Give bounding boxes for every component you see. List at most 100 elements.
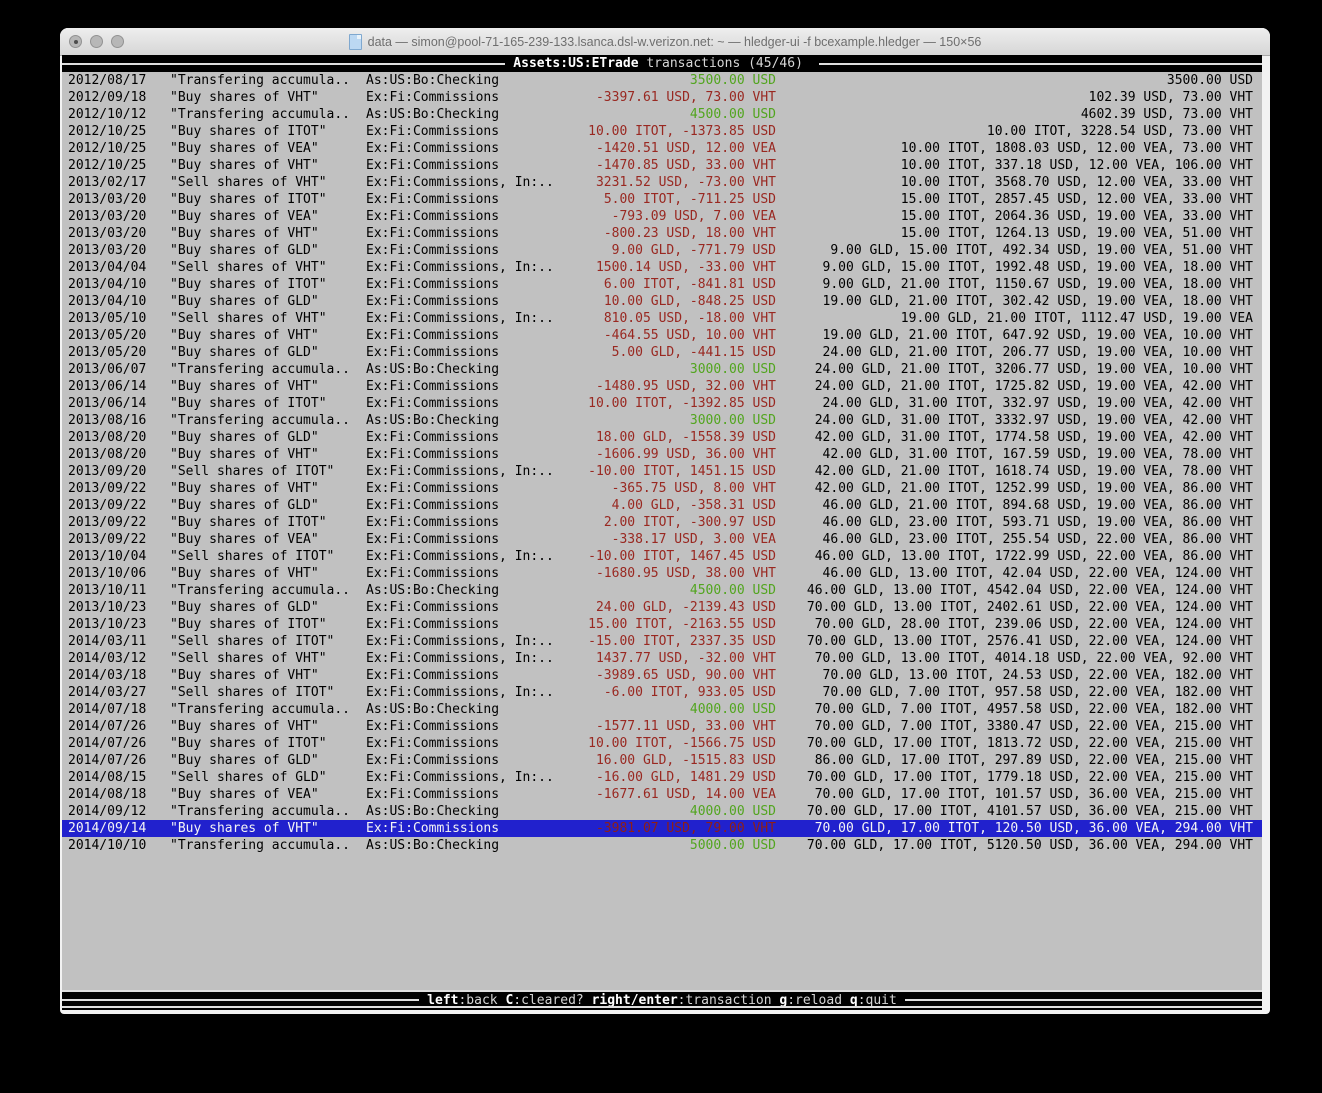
txn-change-amount: -3981.07 USD, 79.00 VHT xyxy=(558,820,776,837)
txn-description: "Buy shares of VHT" xyxy=(170,446,366,463)
screen-footer-bar: left:back C:cleared? right/enter:transac… xyxy=(62,990,1262,1010)
txn-running-balance: 70.00 GLD, 28.00 ITOT, 239.06 USD, 22.00… xyxy=(776,616,1262,633)
txn-other-accounts: Ex:Fi:Commissions xyxy=(366,599,558,616)
transaction-row[interactable]: 2014/09/14 "Buy shares of VHT" Ex:Fi:Com… xyxy=(62,820,1262,837)
transaction-row[interactable]: 2013/03/20 "Buy shares of VHT" Ex:Fi:Com… xyxy=(62,225,1262,242)
transaction-row[interactable]: 2012/08/17 "Transfering accumula.. As:US… xyxy=(62,72,1262,89)
txn-running-balance: 46.00 GLD, 13.00 ITOT, 42.04 USD, 22.00 … xyxy=(776,565,1262,582)
terminal-empty-area xyxy=(62,854,1262,990)
txn-date: 2013/05/20 xyxy=(62,327,170,344)
txn-description: "Sell shares of VHT" xyxy=(170,259,366,276)
txn-other-accounts: Ex:Fi:Commissions xyxy=(366,191,558,208)
transaction-row[interactable]: 2014/03/11 "Sell shares of ITOT" Ex:Fi:C… xyxy=(62,633,1262,650)
txn-running-balance: 46.00 GLD, 13.00 ITOT, 4542.04 USD, 22.0… xyxy=(776,582,1262,599)
transaction-row[interactable]: 2013/10/06 "Buy shares of VHT" Ex:Fi:Com… xyxy=(62,565,1262,582)
transaction-row[interactable]: 2014/03/18 "Buy shares of VHT" Ex:Fi:Com… xyxy=(62,667,1262,684)
txn-other-accounts: Ex:Fi:Commissions xyxy=(366,140,558,157)
transaction-row[interactable]: 2013/09/22 "Buy shares of VEA" Ex:Fi:Com… xyxy=(62,531,1262,548)
txn-change-amount: 5.00 ITOT, -711.25 USD xyxy=(558,191,776,208)
txn-other-accounts: Ex:Fi:Commissions xyxy=(366,531,558,548)
transaction-row[interactable]: 2013/03/20 "Buy shares of ITOT" Ex:Fi:Co… xyxy=(62,191,1262,208)
transaction-row[interactable]: 2014/07/26 "Buy shares of ITOT" Ex:Fi:Co… xyxy=(62,735,1262,752)
txn-description: "Buy shares of VHT" xyxy=(170,480,366,497)
txn-change-amount: 1500.14 USD, -33.00 VHT xyxy=(558,259,776,276)
transaction-row[interactable]: 2014/09/12 "Transfering accumula.. As:US… xyxy=(62,803,1262,820)
transaction-row[interactable]: 2013/10/04 "Sell shares of ITOT" Ex:Fi:C… xyxy=(62,548,1262,565)
txn-description: "Transfering accumula.. xyxy=(170,361,366,378)
txn-description: "Sell shares of VHT" xyxy=(170,174,366,191)
transaction-row[interactable]: 2013/04/04 "Sell shares of VHT" Ex:Fi:Co… xyxy=(62,259,1262,276)
transaction-row[interactable]: 2013/08/16 "Transfering accumula.. As:US… xyxy=(62,412,1262,429)
transaction-row[interactable]: 2013/10/11 "Transfering accumula.. As:US… xyxy=(62,582,1262,599)
transaction-row[interactable]: 2014/03/27 "Sell shares of ITOT" Ex:Fi:C… xyxy=(62,684,1262,701)
minimize-button[interactable] xyxy=(90,35,103,48)
zoom-button[interactable] xyxy=(111,35,124,48)
txn-change-amount: 4500.00 USD xyxy=(558,582,776,599)
txn-date: 2012/09/18 xyxy=(62,89,170,106)
transaction-row[interactable]: 2014/08/15 "Sell shares of GLD" Ex:Fi:Co… xyxy=(62,769,1262,786)
txn-description: "Buy shares of VEA" xyxy=(170,531,366,548)
txn-description: "Buy shares of VHT" xyxy=(170,378,366,395)
txn-change-amount: -1470.85 USD, 33.00 VHT xyxy=(558,157,776,174)
txn-other-accounts: Ex:Fi:Commissions xyxy=(366,480,558,497)
header-rule-right xyxy=(819,63,1262,65)
txn-description: "Buy shares of VHT" xyxy=(170,225,366,242)
transaction-row[interactable]: 2012/10/25 "Buy shares of ITOT" Ex:Fi:Co… xyxy=(62,123,1262,140)
txn-running-balance: 15.00 ITOT, 1264.13 USD, 19.00 VEA, 51.0… xyxy=(776,225,1262,242)
txn-change-amount: -1420.51 USD, 12.00 VEA xyxy=(558,140,776,157)
transaction-row[interactable]: 2013/09/22 "Buy shares of VHT" Ex:Fi:Com… xyxy=(62,480,1262,497)
txn-change-amount: 10.00 ITOT, -1566.75 USD xyxy=(558,735,776,752)
txn-description: "Buy shares of GLD" xyxy=(170,293,366,310)
transaction-row[interactable]: 2013/05/10 "Sell shares of VHT" Ex:Fi:Co… xyxy=(62,310,1262,327)
transaction-row[interactable]: 2012/09/18 "Buy shares of VHT" Ex:Fi:Com… xyxy=(62,89,1262,106)
transaction-row[interactable]: 2013/10/23 "Buy shares of GLD" Ex:Fi:Com… xyxy=(62,599,1262,616)
transaction-row[interactable]: 2012/10/25 "Buy shares of VHT" Ex:Fi:Com… xyxy=(62,157,1262,174)
transactions-list: 2012/08/17 "Transfering accumula.. As:US… xyxy=(62,72,1262,854)
transaction-row[interactable]: 2013/05/20 "Buy shares of VHT" Ex:Fi:Com… xyxy=(62,327,1262,344)
transaction-row[interactable]: 2014/07/26 "Buy shares of GLD" Ex:Fi:Com… xyxy=(62,752,1262,769)
transaction-row[interactable]: 2012/10/25 "Buy shares of VEA" Ex:Fi:Com… xyxy=(62,140,1262,157)
transaction-row[interactable]: 2014/07/26 "Buy shares of VHT" Ex:Fi:Com… xyxy=(62,718,1262,735)
txn-change-amount: 10.00 ITOT, -1392.85 USD xyxy=(558,395,776,412)
txn-running-balance: 46.00 GLD, 23.00 ITOT, 255.54 USD, 22.00… xyxy=(776,531,1262,548)
window-titlebar[interactable]: data — simon@pool-71-165-239-133.lsanca.… xyxy=(60,28,1270,56)
txn-change-amount: -3397.61 USD, 73.00 VHT xyxy=(558,89,776,106)
txn-running-balance: 10.00 ITOT, 1808.03 USD, 12.00 VEA, 73.0… xyxy=(776,140,1262,157)
txn-date: 2014/08/15 xyxy=(62,769,170,786)
transaction-row[interactable]: 2014/03/12 "Sell shares of VHT" Ex:Fi:Co… xyxy=(62,650,1262,667)
transaction-row[interactable]: 2014/07/18 "Transfering accumula.. As:US… xyxy=(62,701,1262,718)
txn-running-balance: 46.00 GLD, 21.00 ITOT, 894.68 USD, 19.00… xyxy=(776,497,1262,514)
transaction-row[interactable]: 2013/04/10 "Buy shares of ITOT" Ex:Fi:Co… xyxy=(62,276,1262,293)
transaction-row[interactable]: 2013/05/20 "Buy shares of GLD" Ex:Fi:Com… xyxy=(62,344,1262,361)
transaction-row[interactable]: 2013/06/07 "Transfering accumula.. As:US… xyxy=(62,361,1262,378)
txn-change-amount: 18.00 GLD, -1558.39 USD xyxy=(558,429,776,446)
txn-running-balance: 70.00 GLD, 17.00 ITOT, 120.50 USD, 36.00… xyxy=(776,820,1262,837)
transaction-row[interactable]: 2013/06/14 "Buy shares of VHT" Ex:Fi:Com… xyxy=(62,378,1262,395)
txn-description: "Buy shares of ITOT" xyxy=(170,395,366,412)
transaction-row[interactable]: 2013/02/17 "Sell shares of VHT" Ex:Fi:Co… xyxy=(62,174,1262,191)
txn-other-accounts: Ex:Fi:Commissions, In:.. xyxy=(366,633,558,650)
transaction-row[interactable]: 2013/09/22 "Buy shares of GLD" Ex:Fi:Com… xyxy=(62,497,1262,514)
txn-other-accounts: Ex:Fi:Commissions, In:.. xyxy=(366,259,558,276)
transaction-row[interactable]: 2014/10/10 "Transfering accumula.. As:US… xyxy=(62,837,1262,854)
transaction-row[interactable]: 2013/08/20 "Buy shares of GLD" Ex:Fi:Com… xyxy=(62,429,1262,446)
txn-other-accounts: Ex:Fi:Commissions xyxy=(366,565,558,582)
transaction-row[interactable]: 2013/10/23 "Buy shares of ITOT" Ex:Fi:Co… xyxy=(62,616,1262,633)
transaction-row[interactable]: 2012/10/12 "Transfering accumula.. As:US… xyxy=(62,106,1262,123)
transaction-row[interactable]: 2013/03/20 "Buy shares of GLD" Ex:Fi:Com… xyxy=(62,242,1262,259)
txn-change-amount: 10.00 ITOT, -1373.85 USD xyxy=(558,123,776,140)
txn-running-balance: 70.00 GLD, 17.00 ITOT, 101.57 USD, 36.00… xyxy=(776,786,1262,803)
transaction-row[interactable]: 2013/09/22 "Buy shares of ITOT" Ex:Fi:Co… xyxy=(62,514,1262,531)
transaction-row[interactable]: 2013/04/10 "Buy shares of GLD" Ex:Fi:Com… xyxy=(62,293,1262,310)
txn-date: 2014/03/27 xyxy=(62,684,170,701)
transaction-row[interactable]: 2013/06/14 "Buy shares of ITOT" Ex:Fi:Co… xyxy=(62,395,1262,412)
txn-description: "Transfering accumula.. xyxy=(170,837,366,854)
transaction-row[interactable]: 2013/09/20 "Sell shares of ITOT" Ex:Fi:C… xyxy=(62,463,1262,480)
transaction-row[interactable]: 2014/08/18 "Buy shares of VEA" Ex:Fi:Com… xyxy=(62,786,1262,803)
txn-change-amount: 5.00 GLD, -441.15 USD xyxy=(558,344,776,361)
txn-other-accounts: Ex:Fi:Commissions, In:.. xyxy=(366,463,558,480)
close-button[interactable] xyxy=(69,35,82,48)
txn-running-balance: 70.00 GLD, 17.00 ITOT, 4101.57 USD, 36.0… xyxy=(776,803,1262,820)
transaction-row[interactable]: 2013/03/20 "Buy shares of VEA" Ex:Fi:Com… xyxy=(62,208,1262,225)
transaction-row[interactable]: 2013/08/20 "Buy shares of VHT" Ex:Fi:Com… xyxy=(62,446,1262,463)
